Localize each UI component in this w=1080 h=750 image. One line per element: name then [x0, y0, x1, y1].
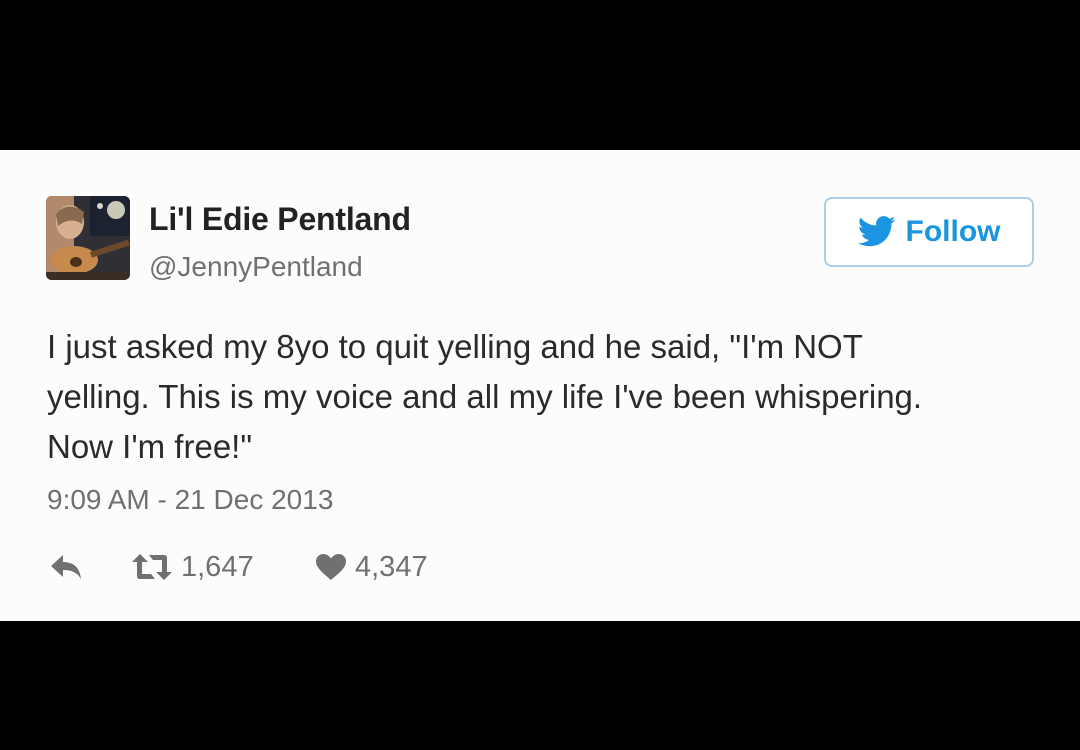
retweet-icon [131, 552, 173, 582]
tweet-timestamp[interactable]: 9:09 AM - 21 Dec 2013 [47, 484, 333, 516]
follow-button[interactable]: Follow [824, 197, 1034, 267]
tweet-text-line: I just asked my 8yo to quit yelling and … [47, 328, 863, 365]
avatar[interactable] [46, 196, 130, 280]
tweet-text: I just asked my 8yo to quit yelling and … [47, 322, 1057, 472]
like-button[interactable]: 4,347 [315, 545, 428, 589]
screenshot-page: Li'l Edie Pentland @JennyPentland Follow… [0, 0, 1080, 750]
heart-icon [315, 553, 347, 581]
profile-photo-avatar-icon [46, 196, 130, 280]
retweet-button[interactable]: 1,647 [131, 545, 254, 589]
reply-arrow-icon [49, 553, 83, 581]
author-handle[interactable]: @JennyPentland [149, 251, 363, 283]
like-count: 4,347 [355, 550, 428, 583]
tweet-text-line: Now I'm free!" [47, 428, 253, 465]
follow-button-label: Follow [905, 215, 1001, 248]
author-display-name[interactable]: Li'l Edie Pentland [149, 201, 411, 238]
retweet-count: 1,647 [181, 550, 254, 583]
reply-button[interactable] [49, 545, 83, 589]
twitter-bird-icon [857, 216, 896, 248]
tweet-text-line: yelling. This is my voice and all my lif… [47, 378, 923, 415]
